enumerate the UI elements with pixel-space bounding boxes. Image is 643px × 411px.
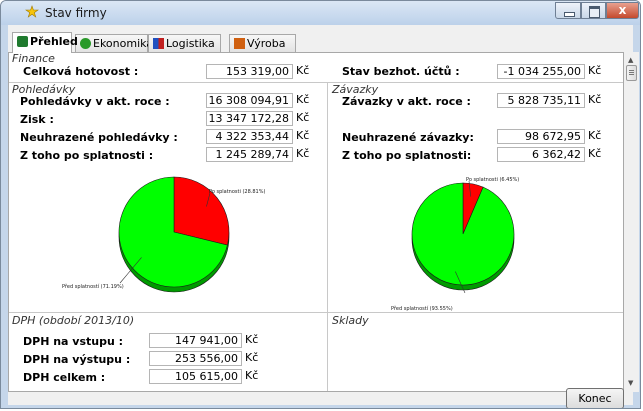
vat-output-value: 253 556,00 bbox=[149, 351, 242, 366]
unpaid-receivables-label: Neuhrazené pohledávky : bbox=[20, 131, 178, 144]
window-title: Stav firmy bbox=[45, 6, 107, 20]
close-icon: x bbox=[618, 3, 627, 17]
grip-line bbox=[629, 74, 634, 75]
app-window: Stav firmy x Přehled Ekonomika Logistika… bbox=[0, 0, 641, 409]
currency-label: Kč bbox=[296, 147, 310, 160]
scroll-down-icon[interactable]: ▼ bbox=[628, 379, 633, 387]
grip-line bbox=[629, 70, 634, 71]
vat-heading: DPH (období 2013/10) bbox=[12, 314, 135, 327]
unpaid-receivables-value: 4 322 353,44 bbox=[206, 129, 293, 144]
overdue-receivables-label: Z toho po splatnosti : bbox=[20, 149, 154, 162]
logistics-icon bbox=[153, 38, 164, 49]
economics-icon bbox=[80, 38, 91, 49]
minimize-button[interactable] bbox=[555, 2, 581, 19]
production-icon bbox=[234, 38, 245, 49]
close-button[interactable]: Konec bbox=[566, 388, 624, 408]
currency-label: Kč bbox=[296, 129, 310, 142]
section-divider bbox=[9, 82, 623, 83]
overdue-receivables-value: 1 245 289,74 bbox=[206, 147, 293, 162]
currency-label: Kč bbox=[245, 369, 259, 382]
scroll-up-icon[interactable]: ▲ bbox=[628, 56, 633, 64]
bank-accounts-value: -1 034 255,00 bbox=[497, 64, 585, 79]
pie-slice-due bbox=[411, 182, 515, 286]
receivables-due-slice-label: Před splatností (71.19%) bbox=[62, 284, 124, 290]
close-window-button[interactable]: x bbox=[606, 2, 639, 19]
overdue-liabilities-value: 6 362,42 bbox=[497, 147, 585, 162]
cash-value: 153 319,00 bbox=[206, 64, 293, 79]
pie-svg bbox=[411, 180, 515, 294]
liabilities-pie-chart bbox=[407, 180, 519, 294]
unpaid-liabilities-value: 98 672,95 bbox=[497, 129, 585, 144]
vat-total-value: 105 615,00 bbox=[149, 369, 242, 384]
liabilities-year-label: Závazky v akt. roce : bbox=[342, 95, 471, 108]
warehouses-heading: Sklady bbox=[332, 314, 369, 327]
vertical-scrollbar[interactable]: ▲ ▼ bbox=[625, 52, 639, 392]
grip-line bbox=[629, 72, 634, 73]
vat-total-label: DPH celkem : bbox=[23, 371, 106, 384]
vat-input-label: DPH na vstupu : bbox=[23, 335, 124, 348]
finance-heading: Finance bbox=[12, 52, 55, 65]
cash-label: Celková hotovost : bbox=[23, 65, 139, 78]
tab-prehled[interactable]: Přehled bbox=[12, 32, 78, 53]
currency-label: Kč bbox=[588, 64, 602, 77]
currency-label: Kč bbox=[296, 93, 310, 106]
overview-icon bbox=[17, 36, 28, 47]
vat-input-value: 147 941,00 bbox=[149, 333, 242, 348]
client-area: Přehled Ekonomika Logistika Výroba Finan… bbox=[8, 25, 639, 408]
column-divider bbox=[327, 83, 328, 312]
profit-value: 13 347 172,28 bbox=[206, 111, 293, 126]
currency-label: Kč bbox=[296, 111, 310, 124]
vat-output-label: DPH na výstupu : bbox=[23, 353, 131, 366]
currency-label: Kč bbox=[245, 333, 259, 346]
overview-panel: Finance Celková hotovost : 153 319,00 Kč… bbox=[8, 52, 624, 392]
receivables-year-value: 16 308 094,91 bbox=[206, 93, 293, 108]
overdue-liabilities-label: Z toho po splatnosti: bbox=[342, 149, 472, 162]
liabilities-overdue-slice-label: Po splatnosti (6.45%) bbox=[466, 177, 520, 183]
app-icon bbox=[25, 5, 39, 18]
tab-ekonomika[interactable]: Ekonomika bbox=[75, 34, 153, 52]
maximize-icon bbox=[589, 6, 600, 18]
liabilities-year-value: 5 828 735,11 bbox=[497, 93, 585, 108]
currency-label: Kč bbox=[245, 351, 259, 364]
currency-label: Kč bbox=[588, 93, 602, 106]
tab-vyroba[interactable]: Výroba bbox=[229, 34, 296, 52]
currency-label: Kč bbox=[588, 129, 602, 142]
title-bar[interactable]: Stav firmy x bbox=[1, 1, 640, 25]
unpaid-liabilities-label: Neuhrazené závazky: bbox=[342, 131, 474, 144]
receivables-year-label: Pohledávky v akt. roce : bbox=[20, 95, 170, 108]
maximize-button[interactable] bbox=[581, 2, 606, 19]
section-divider bbox=[9, 312, 623, 313]
tab-logistika[interactable]: Logistika bbox=[148, 34, 221, 52]
column-divider bbox=[327, 313, 328, 391]
receivables-overdue-slice-label: Po splatnosti (28.81%) bbox=[209, 189, 266, 195]
profit-label: Zisk : bbox=[20, 113, 54, 126]
currency-label: Kč bbox=[588, 147, 602, 160]
bank-accounts-label: Stav bezhot. účtů : bbox=[342, 65, 460, 78]
minimize-icon bbox=[564, 12, 575, 17]
scrollbar-thumb[interactable] bbox=[626, 65, 637, 81]
currency-label: Kč bbox=[296, 64, 310, 77]
